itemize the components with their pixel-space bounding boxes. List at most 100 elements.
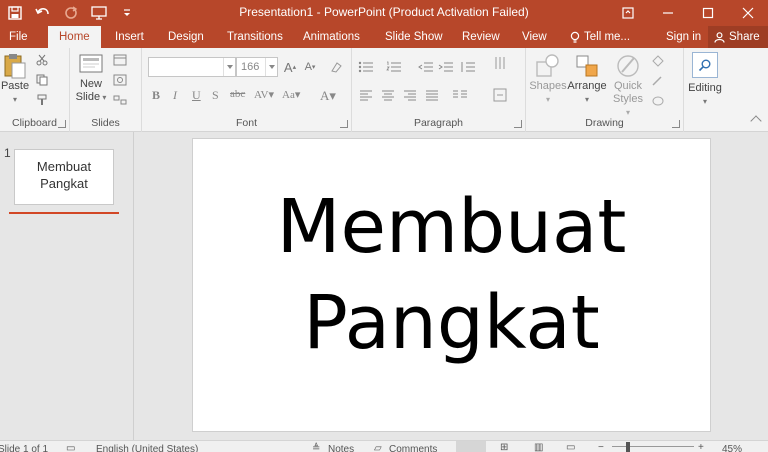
zoom-slider-thumb[interactable] [626, 442, 630, 452]
notes-button[interactable]: Notes [328, 444, 354, 452]
spelling-icon[interactable]: ▭ [66, 443, 75, 452]
thumbnail-line-1: Membuat [36, 159, 92, 174]
tell-me-box[interactable]: Tell me... [570, 26, 630, 48]
tab-file[interactable]: File [9, 26, 28, 48]
slide-title-line-2: Pangkat [303, 280, 600, 366]
notes-icon: ≜ [312, 443, 321, 452]
tab-review[interactable]: Review [462, 26, 500, 48]
language-indicator[interactable]: English (United States) [96, 444, 198, 452]
share-button[interactable]: Share [708, 26, 768, 48]
bold-icon[interactable]: B [152, 88, 160, 103]
columns-icon[interactable] [452, 88, 468, 102]
font-launcher-icon[interactable] [340, 120, 348, 128]
increase-indent-icon[interactable] [438, 60, 454, 74]
copy-icon[interactable] [34, 73, 50, 87]
paragraph-group-label: Paragraph [413, 117, 464, 129]
zoom-in-icon[interactable]: + [698, 442, 704, 452]
quick-styles-button[interactable]: Quick Styles ▾ [610, 52, 646, 119]
drawing-launcher-icon[interactable] [672, 120, 680, 128]
close-icon[interactable] [728, 0, 768, 26]
status-bar: Slide 1 of 1 ▭ English (United States) ≜… [0, 440, 768, 452]
decrease-indent-icon[interactable] [418, 60, 434, 74]
collapse-ribbon-icon[interactable] [750, 115, 762, 127]
align-center-icon[interactable] [380, 88, 396, 102]
slides-group-label: Slides [91, 117, 120, 129]
zoom-level[interactable]: 45% [722, 444, 742, 452]
tab-design[interactable]: Design [168, 26, 204, 48]
shadow-icon[interactable]: S [212, 88, 219, 103]
slideshow-view-icon[interactable]: ▭ [566, 442, 575, 452]
clipboard-launcher-icon[interactable] [58, 120, 66, 128]
section-icon[interactable] [112, 93, 128, 107]
maximize-icon[interactable] [688, 0, 728, 26]
arrange-button[interactable]: Arrange ▾ [566, 52, 608, 106]
shape-effects-icon[interactable] [650, 94, 666, 108]
clipboard-icon [4, 54, 26, 79]
cut-icon[interactable] [34, 53, 50, 67]
font-name-box[interactable] [148, 57, 236, 77]
normal-view-icon[interactable] [456, 441, 486, 452]
align-right-icon[interactable] [402, 88, 418, 102]
drawing-group-label: Drawing [585, 117, 624, 129]
comments-button[interactable]: Comments [389, 444, 437, 452]
tab-animations[interactable]: Animations [303, 26, 360, 48]
clear-formatting-icon[interactable] [328, 60, 344, 74]
group-slides: New Slide ▾ Slides [70, 48, 142, 132]
line-spacing-icon[interactable] [460, 60, 476, 74]
font-name-dropdown-icon[interactable] [223, 58, 235, 76]
arrange-label: Arrange [567, 80, 607, 92]
zoom-slider[interactable] [612, 446, 694, 447]
align-text-icon[interactable] [492, 88, 508, 102]
bullets-icon[interactable] [358, 60, 374, 74]
slide-title-placeholder[interactable]: Membuat Pangkat [193, 179, 710, 371]
font-size-box[interactable]: 166 [236, 57, 278, 77]
font-size-dropdown-icon[interactable] [265, 58, 277, 76]
slide-sorter-icon[interactable]: ⊞ [500, 442, 508, 452]
decrease-font-size-icon[interactable]: A ▾ [302, 60, 318, 74]
new-slide-button[interactable]: New Slide ▾ [75, 52, 107, 104]
align-left-icon[interactable] [358, 88, 374, 102]
editing-label: Editing [688, 82, 722, 94]
minimize-icon[interactable] [648, 0, 688, 26]
format-painter-icon[interactable] [34, 93, 50, 107]
shape-fill-icon[interactable] [650, 54, 666, 68]
font-size-value: 166 [241, 61, 260, 73]
shape-outline-icon[interactable] [650, 74, 666, 88]
tab-slide-show[interactable]: Slide Show [385, 26, 443, 48]
slide-thumbnail-pane: 1 Membuat Pangkat [0, 132, 134, 440]
sign-in-link[interactable]: Sign in [666, 26, 701, 48]
tab-view[interactable]: View [522, 26, 547, 48]
find-icon [692, 52, 718, 78]
strikethrough-icon[interactable]: abc [230, 88, 245, 100]
italic-icon[interactable]: I [173, 88, 177, 103]
zoom-out-icon[interactable]: − [598, 442, 604, 452]
increase-font-size-icon[interactable]: A ▴ [282, 60, 298, 75]
character-spacing-icon[interactable]: AV▾ [254, 88, 274, 101]
change-case-icon[interactable]: Aa▾ [282, 88, 300, 101]
numbering-icon[interactable] [386, 60, 402, 74]
group-font: 166 A ▴ A ▾ B I U S abc AV▾ Aa▾ A▾ Font [142, 48, 352, 132]
layout-icon[interactable] [112, 53, 128, 67]
new-slide-icon [79, 54, 103, 73]
underline-icon[interactable]: U [192, 88, 201, 103]
editing-button[interactable]: Editing ▾ [686, 52, 724, 108]
tab-transitions[interactable]: Transitions [227, 26, 283, 48]
ribbon-display-options-icon[interactable] [608, 0, 648, 26]
shapes-icon [536, 54, 559, 77]
slide-thumbnail[interactable]: Membuat Pangkat [14, 149, 114, 205]
person-icon [714, 31, 725, 43]
group-paragraph: Paragraph [352, 48, 526, 132]
reading-view-icon[interactable]: ▥ [534, 442, 543, 452]
insertion-marker [9, 212, 119, 214]
font-color-icon[interactable]: A▾ [320, 88, 336, 104]
text-direction-icon[interactable] [492, 56, 508, 70]
tab-insert[interactable]: Insert [115, 26, 144, 48]
current-slide[interactable]: Membuat Pangkat [192, 138, 711, 432]
shapes-button[interactable]: Shapes ▾ [529, 52, 567, 106]
paragraph-launcher-icon[interactable] [514, 120, 522, 128]
comments-icon: ▱ [374, 443, 382, 452]
reset-icon[interactable] [112, 73, 128, 87]
paste-button[interactable]: Paste ▾ [1, 52, 29, 106]
tab-home[interactable]: Home [48, 26, 101, 48]
justify-icon[interactable] [424, 88, 440, 102]
